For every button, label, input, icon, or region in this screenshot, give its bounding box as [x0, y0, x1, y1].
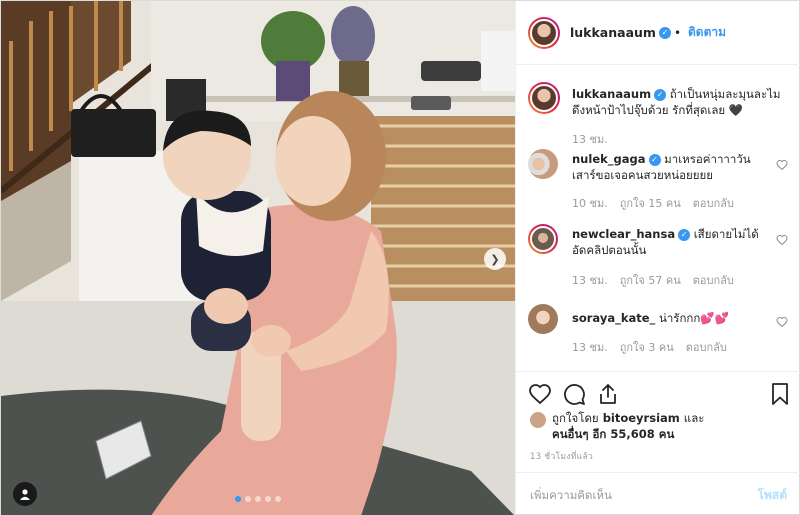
- commenter-username[interactable]: newclear_hansa: [572, 227, 675, 241]
- comment-time[interactable]: 13 ชม.: [572, 338, 608, 356]
- next-photo-button[interactable]: ❯: [484, 248, 506, 270]
- follow-button[interactable]: ติดตาม: [688, 23, 726, 42]
- author-avatar[interactable]: [528, 16, 560, 49]
- carousel-dot: [275, 496, 281, 502]
- post-comment-button[interactable]: โพสต์: [758, 486, 787, 505]
- user-icon: [20, 489, 30, 500]
- liker-avatar[interactable]: [530, 412, 546, 428]
- comment-item: newclear_hansa ✓ เสียดายไม่ได้อัดคลิปตอนน…: [528, 224, 790, 294]
- likes-prefix: ถูกใจโดย: [552, 411, 599, 425]
- carousel-dot: [245, 496, 251, 502]
- share-icon[interactable]: [596, 382, 620, 406]
- comment-time[interactable]: 10 ชม.: [572, 194, 608, 212]
- comment-text: น่ารักกก: [658, 311, 701, 325]
- commenter-avatar[interactable]: [528, 224, 558, 254]
- caption-username[interactable]: lukkanaaum: [572, 87, 651, 101]
- like-heart-icon[interactable]: [528, 382, 552, 406]
- reply-button[interactable]: ตอบกลับ: [693, 271, 734, 289]
- comment-item: nulek_gaga ✓ มาเหรอค่าาาาวันเสาร์ขอเจอคนส…: [528, 149, 790, 219]
- like-comment-heart-icon[interactable]: [776, 316, 788, 328]
- like-comment-heart-icon[interactable]: [776, 159, 788, 171]
- like-comment-heart-icon[interactable]: [776, 234, 788, 246]
- chevron-right-icon: ❯: [490, 252, 500, 266]
- post-side-panel: lukkanaaum ✓ • ติดตาม lukkanaaum ✓ ถ้าเป็…: [515, 1, 800, 515]
- action-bar: [516, 371, 800, 411]
- comment-item: soraya_kate_ น่ารักกก💕💕 13 ชม. ถูกใจ 3 ค…: [528, 304, 790, 364]
- heart-emoji: 🖤: [728, 103, 744, 117]
- commenter-avatar[interactable]: [528, 304, 558, 334]
- verified-badge-icon: ✓: [678, 228, 691, 241]
- caption-time[interactable]: 13 ชม.: [572, 130, 608, 148]
- caption: lukkanaaum ✓ ถ้าเป็นหนุ่มละมุนละไมดึงหน้า…: [528, 82, 790, 152]
- comment-likes[interactable]: ถูกใจ 15 คน: [620, 194, 681, 212]
- comment-time[interactable]: 13 ชม.: [572, 271, 608, 289]
- author-username[interactable]: lukkanaaum: [570, 25, 656, 40]
- commenter-username[interactable]: nulek_gaga: [572, 152, 646, 166]
- verified-badge-icon: ✓: [654, 88, 667, 101]
- comment-likes[interactable]: ถูกใจ 57 คน: [620, 271, 681, 289]
- likes-conj: และ: [683, 411, 705, 425]
- bookmark-icon[interactable]: [768, 382, 792, 406]
- commenter-username[interactable]: soraya_kate_: [572, 311, 655, 325]
- comment-likes[interactable]: ถูกใจ 3 คน: [620, 338, 674, 356]
- comment-bubble-icon[interactable]: [562, 382, 586, 406]
- author-avatar[interactable]: [528, 82, 560, 114]
- post-timestamp[interactable]: 13 ชั่วโมงที่แล้ว: [530, 449, 593, 463]
- hearts-emoji: 💕💕: [700, 311, 729, 325]
- carousel-dot: [265, 496, 271, 502]
- carousel-indicator: [235, 496, 281, 502]
- comment-input[interactable]: [530, 485, 740, 505]
- reply-button[interactable]: ตอบกลับ: [686, 338, 727, 356]
- carousel-dot: [235, 496, 241, 502]
- carousel-dot: [255, 496, 261, 502]
- post-header: lukkanaaum ✓ • ติดตาม: [516, 1, 800, 65]
- comments-list[interactable]: lukkanaaum ✓ ถ้าเป็นหนุ่มละมุนละไมดึงหน้า…: [516, 66, 800, 366]
- likes-count-link[interactable]: คนอื่นๆ อีก 55,608 คน: [552, 427, 674, 441]
- verified-badge-icon: ✓: [658, 26, 671, 39]
- photo-image: [1, 1, 515, 515]
- add-comment-bar: โพสต์: [516, 472, 800, 515]
- liker-username[interactable]: bitoeyrsiam: [603, 411, 680, 425]
- reply-button[interactable]: ตอบกลับ: [693, 194, 734, 212]
- post-photo[interactable]: ❯: [1, 1, 515, 515]
- post-modal: ❯ lukkanaaum ✓ • ติดตาม lukkanaaum ✓ ถ้า…: [0, 0, 800, 515]
- tagged-users-button[interactable]: [13, 482, 37, 506]
- verified-badge-icon: ✓: [648, 153, 661, 166]
- commenter-avatar[interactable]: [528, 149, 558, 179]
